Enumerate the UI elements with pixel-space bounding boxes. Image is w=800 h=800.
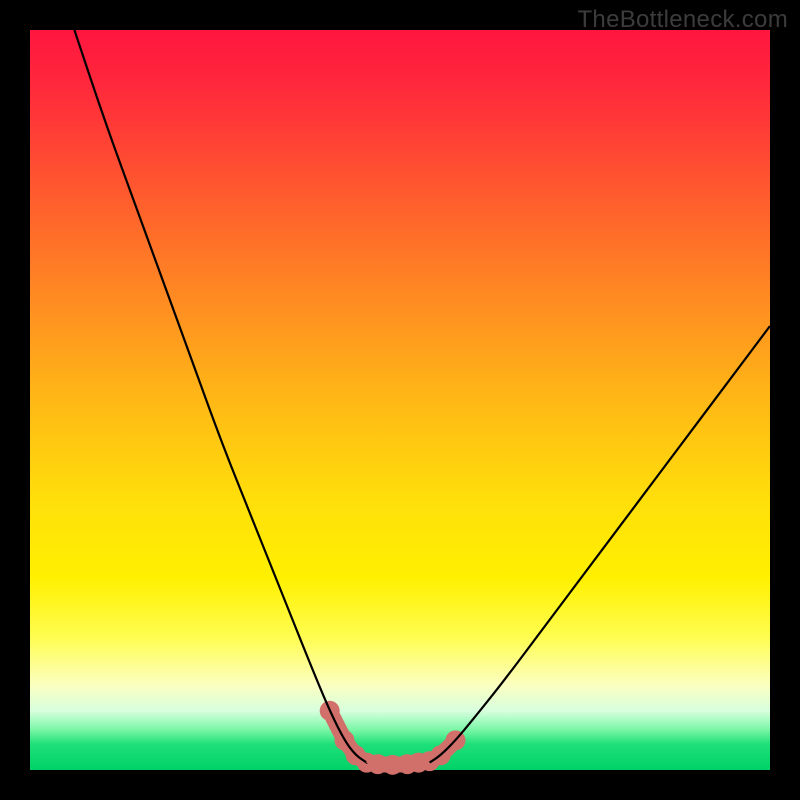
left-curve-line (74, 30, 366, 763)
watermark-text: TheBottleneck.com (577, 6, 788, 34)
valley-highlight-dots (320, 701, 466, 775)
chart-svg (30, 30, 770, 770)
right-curve-line (430, 326, 770, 763)
chart-frame: TheBottleneck.com (0, 0, 800, 800)
plot-area (30, 30, 770, 770)
